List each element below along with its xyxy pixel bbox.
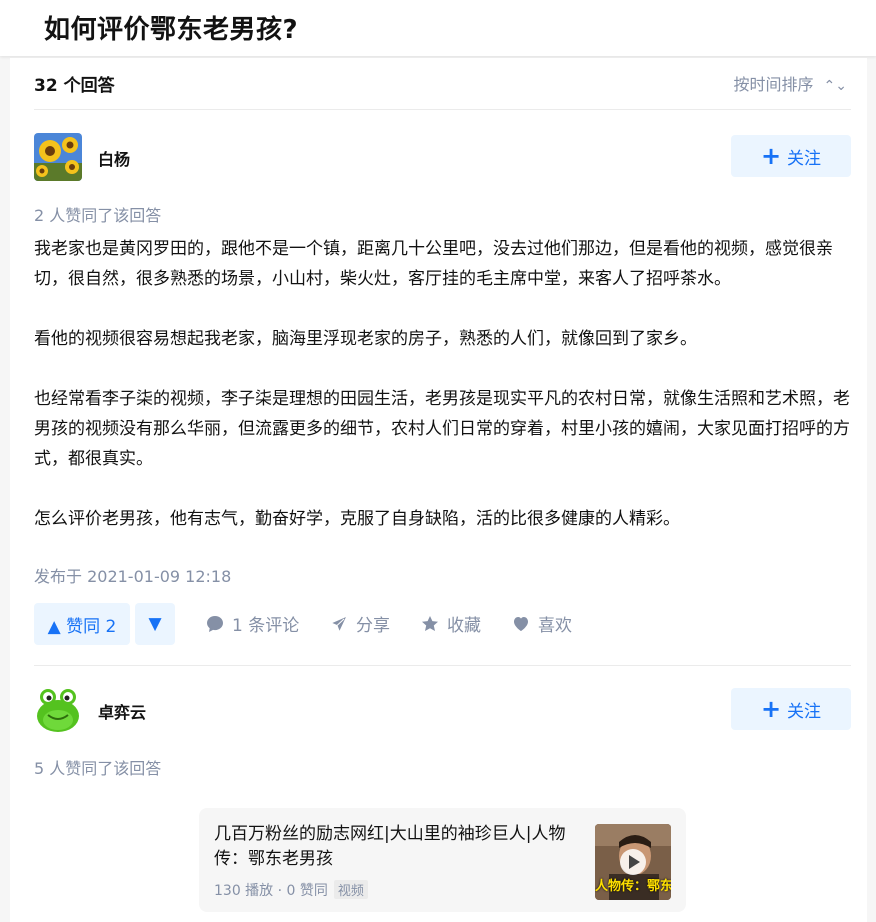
answer-paragraph: 怎么评价老男孩，他有志气，勤奋好学，克服了自身缺陷，活的比很多健康的人精彩。 [34,509,680,529]
follow-label: 关注 [787,148,822,169]
follow-button[interactable]: + 关注 [731,688,851,730]
downvote-button[interactable]: ▼ [135,603,175,645]
video-title: 几百万粉丝的励志网红|大山里的袖珍巨人|人物传：鄂东老男孩 [214,824,566,869]
favorite-label: 收藏 [447,616,481,636]
upvote-button[interactable]: ▲ 赞同 2 [34,603,130,645]
share-label: 分享 [356,616,390,636]
follow-button[interactable]: + 关注 [731,135,851,177]
answer-paragraph: 我老家也是黄冈罗田的，跟他不是一个镇，距离几十公里吧，没去过他们那边，但是看他的… [34,239,833,289]
comment-icon [207,615,223,632]
video-thumbnail[interactable]: 人物传：鄂东老 [595,824,671,900]
answer-paragraph: 看他的视频很容易想起我老家，脑海里浮现老家的房子，熟悉的人们，就像回到了家乡。 [34,329,697,349]
like-label: 喜欢 [538,616,572,636]
publish-time[interactable]: 发布于 2021-01-09 12:18 [34,563,231,587]
sort-dropdown[interactable]: 按时间排序 ⌃⌄ [734,71,847,95]
header-divider [34,109,851,110]
plus-icon: + [760,695,782,723]
video-tag: 视频 [333,880,368,899]
question-title: 如何评价鄂东老男孩? [44,15,299,45]
sort-label: 按时间排序 [733,75,814,94]
upvote-info: 5 人赞同了该回答 [34,759,162,778]
answer-count: 32 个回答 [34,76,115,96]
plus-icon: + [760,142,782,170]
question-header: 如何评价鄂东老男孩? [0,0,876,56]
like-button[interactable]: 喜欢 [512,611,572,636]
upvote-info: 2 人赞同了该回答 [34,206,162,225]
video-stats: 130 播放 · 0 赞同 [214,883,328,899]
video-meta: 130 播放 · 0 赞同 视频 [214,880,368,900]
comment-button[interactable]: 1 条评论 [206,611,299,636]
comment-label: 1 条评论 [232,616,300,636]
star-icon [422,615,438,631]
answers-list: 32 个回答 按时间排序 ⌃⌄ 白杨 + 关注 2 人赞同了该回答 我老家也是黄冈… [10,58,867,922]
answer-divider [34,665,851,666]
favorite-button[interactable]: 收藏 [421,611,481,636]
heart-icon [514,616,528,631]
answer-paragraph: 也经常看李子柒的视频，李子柒是理想的田园生活，老男孩是现实平凡的农村日常，就像生… [34,389,850,469]
share-button[interactable]: 分享 [330,611,390,636]
video-card[interactable]: 几百万粉丝的励志网红|大山里的袖珍巨人|人物传：鄂东老男孩 130 播放 · 0… [199,808,686,912]
follow-label: 关注 [787,701,822,722]
answer-content: 我老家也是黄冈罗田的，跟他不是一个镇，距离几十公里吧，没去过他们那边，但是看他的… [34,234,852,534]
author-name[interactable]: 卓弈云 [98,699,146,723]
share-icon [330,614,348,633]
avatar-baiyang[interactable] [34,133,82,181]
avatar-zhuoyiyun[interactable] [34,685,82,733]
video-thumb-caption: 人物传：鄂东老 [595,879,671,894]
author-name[interactable]: 白杨 [98,146,130,170]
sort-chevron-icon: ⌃⌄ [823,78,847,94]
